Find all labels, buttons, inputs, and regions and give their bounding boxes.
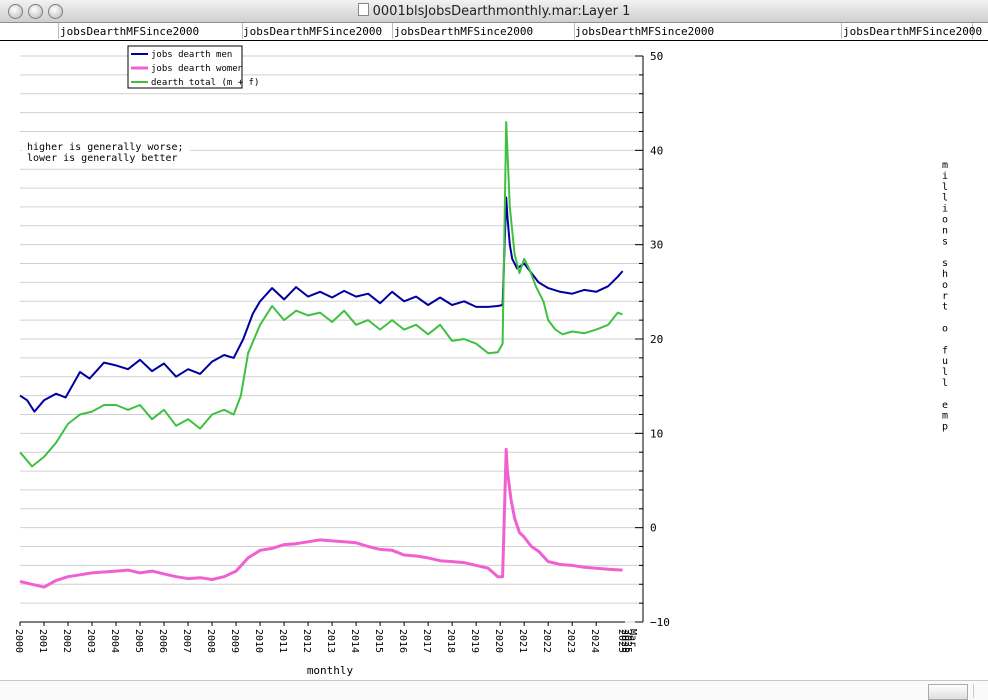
resize-grip[interactable] (973, 684, 988, 698)
window-title: 0001blsJobsDearthmonthly.mar:Layer 1 (0, 3, 988, 19)
x-tick-label: 2016 (397, 629, 408, 653)
series-line (19, 196, 624, 413)
series-tab-label[interactable]: jobsDearthMFSince2000 (394, 25, 533, 38)
annotation: higher is generally worse;lower is gener… (22, 137, 190, 167)
legend: jobs dearth men jobs dearth women dearth t… (127, 45, 259, 89)
chart-area: −10 0 10 20 30 40 50 2000 2001 2002 2003 2004 2005 20… (13, 45, 948, 677)
series-tab-label[interactable]: jobsDearthMFSince2000 (243, 25, 382, 38)
document-icon (357, 3, 369, 16)
x-tick-label: Mar (627, 629, 638, 647)
x-tick-label: 2014 (349, 629, 360, 653)
y-tick-label: 30 (650, 239, 663, 252)
x-tick-label: 2006 (157, 629, 168, 653)
y-tick-label: −10 (650, 616, 670, 629)
x-tick-label: 2021 (517, 629, 528, 653)
x-tick-label: 2000 (13, 629, 24, 653)
y-axis-label: millions short o full emp (942, 160, 948, 433)
x-tick-label: 2018 (445, 629, 456, 653)
x-tick-label: 2017 (421, 629, 432, 653)
x-tick-label: 2001 (37, 629, 48, 653)
x-tick-label: 2009 (229, 629, 240, 653)
window-titlebar: 0001blsJobsDearthmonthly.mar:Layer 1 (0, 0, 988, 23)
y-tick-label: 20 (650, 333, 663, 346)
legend-label: dearth total (m + f) (151, 78, 259, 88)
axis-labels: monthly m i l l i o n s short o full emp (307, 160, 948, 677)
x-tick-label: 2022 (541, 629, 552, 653)
x-tick-label: 2023 (565, 629, 576, 653)
x-tick-label: 2015 (373, 629, 384, 653)
x-tick-label: 2002 (61, 629, 72, 653)
x-tick-label: 2010 (253, 629, 264, 653)
x-tick-label: 2024 (589, 629, 600, 653)
series-lines (19, 121, 624, 589)
x-tick-label: 2003 (85, 629, 96, 653)
series-line (19, 447, 623, 589)
x-tick-label: 2008 (205, 629, 216, 653)
series-tab-label[interactable]: jobsDearthMFSince2000 (575, 25, 714, 38)
x-tick-label: 2019 (469, 629, 480, 653)
x-tick-label: 2005 (133, 629, 144, 653)
status-bar (0, 680, 988, 700)
x-tick-label: 2007 (181, 629, 192, 653)
legend-label: jobs dearth men (151, 50, 232, 60)
x-axis-label: monthly (307, 664, 354, 677)
scroll-control[interactable] (928, 684, 968, 700)
window-title-text: 0001blsJobsDearthmonthly.mar:Layer 1 (372, 4, 631, 19)
x-tick-label: 2012 (301, 629, 312, 653)
y-tick-label: 0 (650, 522, 657, 535)
annotation-text: higher is generally worse; (27, 142, 184, 153)
x-tick-label: 2013 (325, 629, 336, 653)
series-tab-bar: jobsDearthMFSince2000 jobsDearthMFSince2… (0, 23, 988, 41)
series-tab-label[interactable]: jobsDearthMFSince2000 (843, 25, 982, 38)
x-tick-label: 2004 (109, 629, 120, 653)
series-tab-label[interactable]: jobsDearthMFSince2000 (60, 25, 199, 38)
x-tick-label: 2011 (277, 629, 288, 653)
y-tick-label: 10 (650, 427, 663, 440)
legend-label: jobs dearth women (151, 64, 243, 74)
y-tick-label: 50 (650, 50, 663, 63)
x-tick-label: 2020 (493, 629, 504, 653)
y-tick-label: 40 (650, 144, 663, 157)
annotation-text: lower is generally better (27, 153, 178, 164)
